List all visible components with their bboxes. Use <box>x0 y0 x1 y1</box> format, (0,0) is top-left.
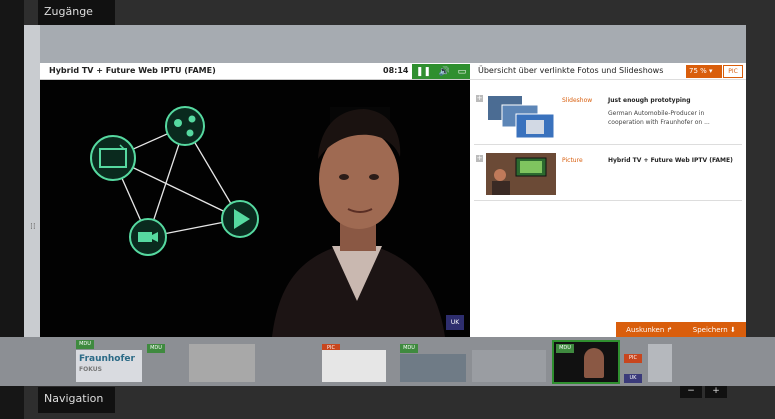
film-thumbnail <box>322 350 386 382</box>
item-kind: Slideshow <box>562 97 593 104</box>
video-frame <box>40 81 470 337</box>
video-panel: Hybrid TV + Future Web IPTU (FAME) 08:14… <box>40 63 470 337</box>
download-icon: ⬇ <box>729 325 736 334</box>
side-header: Übersicht über verlinkte Fotos und Slide… <box>470 63 746 80</box>
tab-navigation[interactable]: Navigation <box>38 387 115 413</box>
video-controls: ❚❚ 🔊 ▭ <box>412 64 470 79</box>
film-item[interactable]: MDU <box>145 340 257 384</box>
expand-icon[interactable]: + <box>476 155 483 162</box>
ask-button-label: Auskunken <box>626 325 665 334</box>
item-description: German Automobile-Producer in cooperatio… <box>608 110 710 126</box>
zoom-select[interactable]: 75 % ▾ <box>686 65 722 78</box>
film-item[interactable]: PIC <box>260 340 390 384</box>
item-badge: PIC <box>624 354 642 363</box>
film-caption: Fraunhofer <box>79 354 135 364</box>
item-title[interactable]: Hybrid TV + Future Web IPTV (FAME) <box>608 157 733 164</box>
film-item-active[interactable]: MDU PIC UK <box>552 340 672 384</box>
item-badge: UK <box>624 374 642 383</box>
slideshow-thumbnail <box>488 96 555 139</box>
list-item[interactable]: + Slideshow Just enough prototyping Germ… <box>474 89 742 145</box>
film-item[interactable]: MDU <box>398 340 548 384</box>
film-thumbnail: MDU <box>552 340 620 384</box>
film-subcaption: FOKUS <box>79 366 102 373</box>
drag-handle-icon[interactable]: ⁞⁞ <box>30 222 36 232</box>
action-bar: Auskunken ↱ Speichern ⬇ <box>616 322 746 337</box>
tv-node-icon <box>90 135 136 181</box>
item-badge: MDU <box>76 340 94 349</box>
tab-zugaenge[interactable]: Zugänge <box>38 0 115 25</box>
ask-button[interactable]: Auskunken ↱ <box>626 326 672 334</box>
item-badge: MDU <box>147 344 165 353</box>
camera-node-icon <box>129 218 167 256</box>
zoom-out-button[interactable]: − <box>680 386 702 398</box>
film-thumbnail <box>648 344 672 382</box>
video-header: Hybrid TV + Future Web IPTU (FAME) 08:14… <box>40 63 470 80</box>
item-title[interactable]: Just enough prototyping <box>608 97 691 104</box>
caption-icon[interactable]: ▭ <box>458 67 467 77</box>
video-title: Hybrid TV + Future Web IPTU (FAME) <box>49 66 216 75</box>
fraunhofer-logo: Fraunhofer FOKUS <box>76 350 142 382</box>
video-time: 08:14 <box>383 66 409 75</box>
side-title: Übersicht über verlinkte Fotos und Slide… <box>478 66 664 75</box>
chevron-down-icon: ▾ <box>709 67 713 75</box>
share-node-icon <box>165 106 205 146</box>
expand-icon[interactable]: + <box>476 95 483 102</box>
item-badge: MDU <box>400 344 418 353</box>
play-node-icon <box>221 200 259 238</box>
list-item[interactable]: + Picture Hybrid TV + Future Web IPTV (F… <box>474 149 742 201</box>
save-button-label: Speichern <box>692 325 728 334</box>
zoom-in-button[interactable]: + <box>705 386 727 398</box>
pic-toggle[interactable]: PIC <box>723 65 743 78</box>
film-thumbnail <box>189 344 255 382</box>
zoom-value: 75 % <box>689 67 707 75</box>
video-area[interactable]: UK <box>40 81 470 337</box>
app-stage: Zugänge ⁞⁞ Hybrid TV + Future Web IPTU (… <box>0 0 775 419</box>
film-thumbnail <box>472 350 546 382</box>
overlay-header <box>24 25 746 63</box>
picture-thumbnail <box>486 153 556 195</box>
film-thumbnail <box>400 354 466 382</box>
item-badge: MDU <box>556 344 574 353</box>
save-button[interactable]: Speichern ⬇ <box>693 326 736 334</box>
volume-icon[interactable]: 🔊 <box>439 67 450 77</box>
overlay-resize-strip[interactable] <box>24 25 40 386</box>
presenter-thumb <box>584 348 604 378</box>
linked-media-panel: Übersicht über verlinkte Fotos und Slide… <box>470 63 746 337</box>
share-arrow-icon: ↱ <box>666 325 673 334</box>
film-item[interactable]: MDU Fraunhofer FOKUS <box>40 340 145 384</box>
item-kind: Picture <box>562 157 583 164</box>
uk-badge: UK <box>446 315 464 330</box>
pause-icon[interactable]: ❚❚ <box>416 67 431 77</box>
